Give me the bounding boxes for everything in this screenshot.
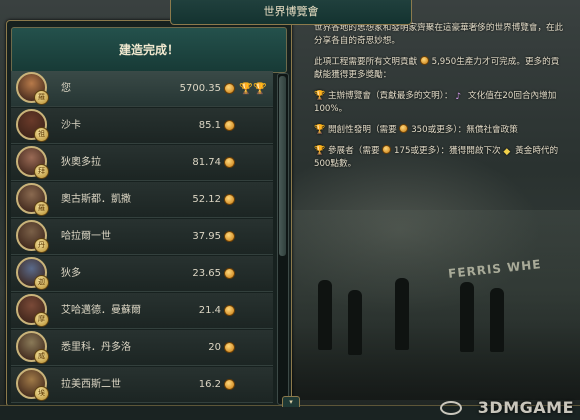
- contribution-score: 23.65: [192, 268, 221, 279]
- leader-name: 沙卡: [61, 120, 81, 131]
- figure: [460, 282, 474, 352]
- ranking-row[interactable]: 拜 狄奧多拉 81.74: [11, 145, 273, 181]
- production-icon: [224, 342, 235, 353]
- leader-name: 奧古斯都．凱撒: [61, 194, 131, 205]
- civ-emblem-icon: 丹: [34, 238, 49, 253]
- golden-age-icon: ◆: [503, 147, 511, 157]
- leader-name: 拉美西斯二世: [61, 379, 121, 390]
- contribution-score: 21.4: [198, 305, 221, 316]
- production-icon: [224, 379, 235, 390]
- production-icon: [224, 83, 235, 94]
- ranking-row[interactable]: 迦 狄多 23.65: [11, 256, 273, 292]
- close-button[interactable]: ▾: [282, 396, 300, 407]
- civ-emblem-icon: 拜: [34, 164, 49, 179]
- figure: [490, 288, 504, 352]
- ranking-row[interactable]: 祖 沙卡 85.1: [11, 108, 273, 144]
- figure: [395, 278, 409, 350]
- ranking-row[interactable]: 摩 艾哈邁德．曼蘇爾 21.4: [11, 293, 273, 329]
- reward-invention: 🏆 開創性發明（需要 350或更多）：無償社會政策: [314, 124, 518, 135]
- leader-name: 您: [61, 83, 71, 94]
- civ-emblem-icon: 羅: [34, 201, 49, 216]
- contribution-score: 85.1: [198, 120, 221, 131]
- production-icon: [399, 124, 409, 133]
- description-panel: 世界各地的思想家和發明家齊聚在這豪華奢侈的世界博覽會，在此分享各自的奇思妙想。 …: [300, 22, 574, 212]
- scrollbar[interactable]: [277, 73, 289, 405]
- bronze-trophy-icon: 🏆: [314, 146, 326, 156]
- production-icon: [224, 231, 235, 242]
- scroll-thumb[interactable]: [279, 76, 286, 256]
- ranking-row[interactable]: 羅 奧古斯都．凱撒 52.12: [11, 182, 273, 218]
- contribution-score: 16.2: [198, 379, 221, 390]
- watermark: 3DMGAME: [477, 398, 574, 417]
- leader-name: 哈拉爾一世: [61, 231, 111, 242]
- reward-exhibitor: 🏆 參展者（需要 175或更多）：獲得開啟下次 ◆ 黃金時代的500點數。: [314, 145, 559, 169]
- civ-emblem-icon: 埃: [34, 386, 49, 401]
- silver-trophy-icon: 🏆: [253, 82, 267, 95]
- intro-text: 世界各地的思想家和發明家齊聚在這豪華奢侈的世界博覽會，在此分享各自的奇思妙想。: [314, 23, 564, 46]
- expo-illustration: [290, 210, 580, 400]
- production-icon: [224, 157, 235, 168]
- contribution-score: 37.95: [192, 231, 221, 242]
- contribution-score: 20: [208, 342, 221, 353]
- civ-emblem-icon: 摩: [34, 312, 49, 327]
- production-icon: [224, 305, 235, 316]
- ranking-row[interactable]: 威 悉里科．丹多洛 20: [11, 330, 273, 366]
- production-icon: [224, 268, 235, 279]
- contribution-score: 52.12: [192, 194, 221, 205]
- civ-emblem-icon: 迦: [34, 275, 49, 290]
- figure: [318, 280, 332, 350]
- reward-host: 🏆 主辦博覽會（貢獻最多的文明）： ♪ 文化值在20回合內增加100%。: [314, 91, 557, 114]
- leader-name: 艾哈邁德．曼蘇爾: [61, 305, 141, 316]
- leader-name: 狄奧多拉: [61, 157, 101, 168]
- ranking-row[interactable]: 羅 您 5700.35 🏆 🏆: [11, 71, 273, 107]
- production-icon: [382, 145, 392, 154]
- contribution-panel: 建造完成！ 羅您 5700.35 🏆 🏆 祖沙卡 85.1 拜狄奧多拉 81.74 羅奧古斯都．…: [6, 20, 292, 407]
- figure: [348, 290, 362, 355]
- leader-name: 悉里科．丹多洛: [61, 342, 131, 353]
- contribution-score: 81.74: [192, 157, 221, 168]
- gold-trophy-icon: 🏆: [239, 82, 253, 95]
- gold-trophy-icon: 🏆: [314, 91, 326, 101]
- civ-emblem-icon: 威: [34, 349, 49, 364]
- civ-emblem-icon: 祖: [34, 127, 49, 142]
- culture-icon: ♪: [455, 92, 462, 102]
- watermark-logo: [440, 401, 462, 415]
- ranking-row[interactable]: 埃 拉美西斯二世 16.2: [11, 367, 273, 403]
- production-icon: [419, 56, 429, 65]
- requirement-text: 此項工程需要所有文明貢獻 5,950生產力才可完成。更多的貢獻能獲得更多獎勵：: [314, 56, 560, 80]
- contribution-score: 5700.35: [179, 83, 221, 94]
- ranking-row[interactable]: 丹 哈拉爾一世 37.95: [11, 219, 273, 255]
- window-title: 世界博覽會: [170, 0, 412, 25]
- silver-trophy-icon: 🏆: [314, 125, 326, 135]
- production-icon: [224, 194, 235, 205]
- civ-emblem-icon: 羅: [34, 90, 49, 105]
- ranking-list: 羅您 5700.35 🏆 🏆 祖沙卡 85.1 拜狄奧多拉 81.74 羅奧古斯都．凱撒 52.1…: [11, 71, 273, 406]
- production-icon: [224, 120, 235, 131]
- completion-header: 建造完成！: [11, 27, 287, 73]
- leader-name: 狄多: [61, 268, 81, 279]
